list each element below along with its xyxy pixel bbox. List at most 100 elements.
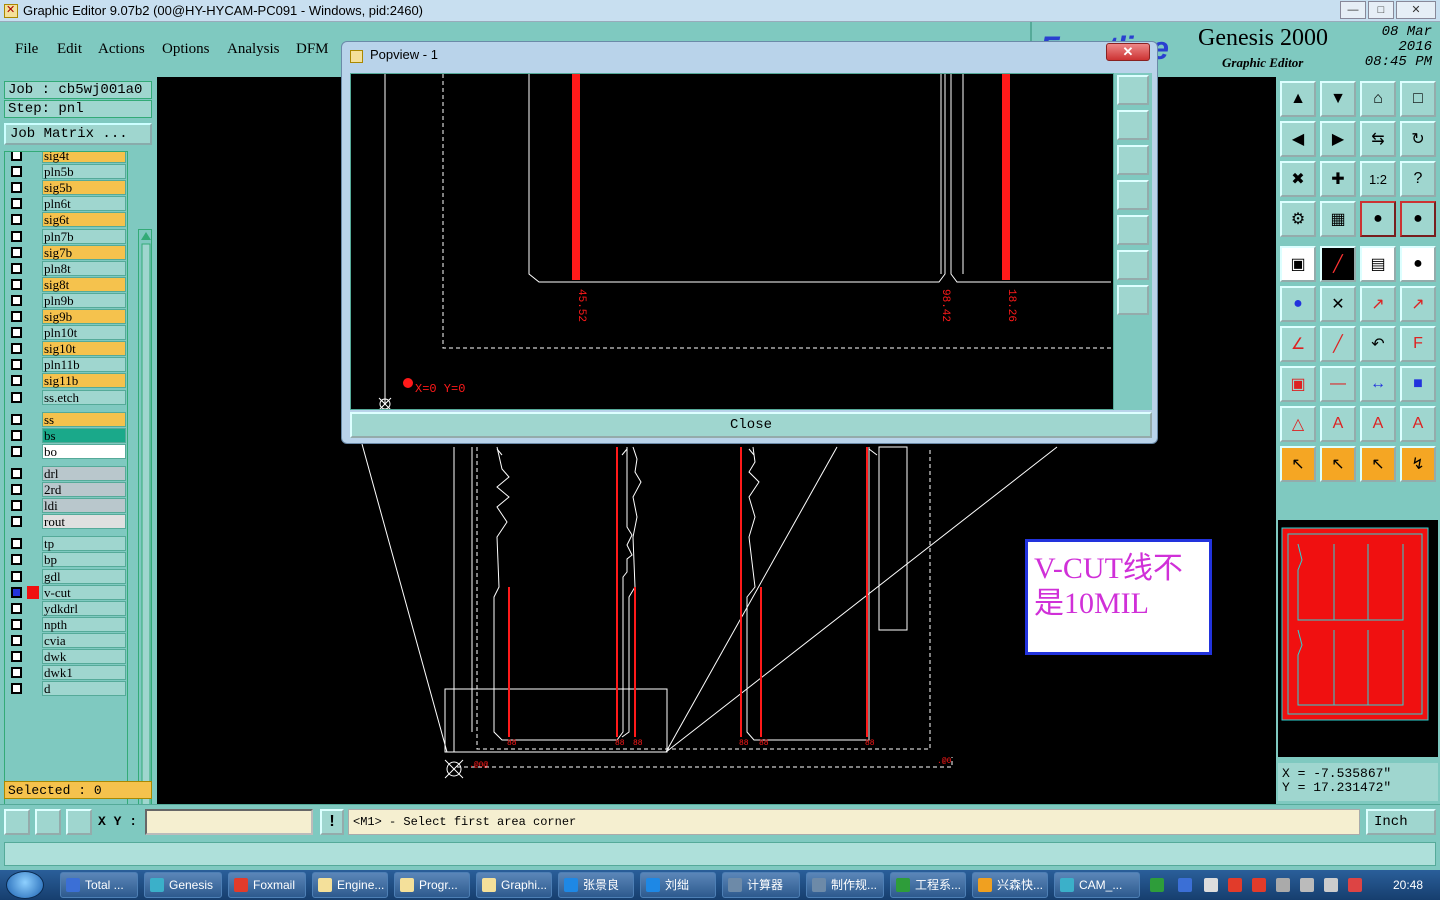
menu-analysis[interactable]: Analysis <box>227 41 280 58</box>
layer-checkbox[interactable] <box>11 246 22 258</box>
layer-checkbox[interactable] <box>11 359 22 371</box>
slash-icon[interactable]: ╱ <box>1320 326 1356 362</box>
layer-name[interactable]: gdl <box>42 568 126 584</box>
layer-name[interactable]: pln8t <box>42 260 126 276</box>
layer-row[interactable]: pln7b <box>7 228 127 244</box>
pan-right-icon[interactable]: ▶ <box>1320 121 1356 157</box>
layer-row[interactable]: d <box>7 681 127 697</box>
layer-checkbox[interactable] <box>11 413 22 425</box>
taskbar-item[interactable]: 计算器 <box>722 872 800 898</box>
arc-icon[interactable]: ↶ <box>1360 326 1396 362</box>
layer-row[interactable]: dwk1 <box>7 665 127 681</box>
tray-icon-3[interactable] <box>1204 878 1218 892</box>
volume-icon[interactable] <box>1324 878 1338 892</box>
ruler-icon[interactable]: ▤ <box>1360 246 1396 282</box>
layer-checkbox[interactable] <box>11 166 22 178</box>
layer-name[interactable]: sig4t <box>42 152 126 163</box>
select-icon[interactable]: ▣ <box>1280 246 1316 282</box>
menu-file[interactable]: File <box>15 41 38 58</box>
layer-row[interactable]: sig9b <box>7 309 127 324</box>
taskbar-clock[interactable]: 20:48 <box>1378 870 1438 900</box>
layer-checkbox[interactable] <box>11 667 22 679</box>
layer-row[interactable]: bs <box>7 427 127 443</box>
snap-icon[interactable]: ▣ <box>1280 366 1316 402</box>
tray-icon-1[interactable] <box>1150 878 1164 892</box>
layer-row[interactable]: pln5b <box>7 164 127 180</box>
layer-checkbox[interactable] <box>11 683 22 695</box>
menu-dfm[interactable]: DFM <box>296 41 329 58</box>
layer-row[interactable]: dwk <box>7 649 127 664</box>
layer-name[interactable]: bs <box>42 427 126 443</box>
dash-icon[interactable]: — <box>1320 366 1356 402</box>
layer-row[interactable]: pln8t <box>7 260 127 276</box>
node-icon[interactable]: ● <box>1280 286 1316 322</box>
layer-name[interactable]: pln7b <box>42 228 126 244</box>
features-icon[interactable]: ● <box>1360 201 1396 237</box>
layer-name[interactable]: pln6t <box>42 196 126 212</box>
taskbar-item[interactable]: 兴森快... <box>972 872 1048 898</box>
layer-checkbox[interactable] <box>11 618 22 630</box>
label-a-icon[interactable]: A <box>1320 406 1356 442</box>
window-icon[interactable]: □ <box>1400 81 1436 117</box>
layer-checkbox[interactable] <box>11 214 22 226</box>
route-icon[interactable]: ↯ <box>1400 446 1436 482</box>
menu-actions[interactable]: Actions <box>98 41 145 58</box>
layer-name[interactable]: pln11b <box>42 357 126 373</box>
layer-checkbox[interactable] <box>11 262 22 274</box>
layer-checkbox[interactable] <box>11 375 22 387</box>
layer-name[interactable]: v-cut <box>42 584 126 600</box>
taskbar-item[interactable]: Genesis <box>144 872 222 898</box>
layer-row[interactable]: sig4t <box>7 152 127 163</box>
layer-checkbox[interactable] <box>11 602 22 614</box>
popview-center-icon[interactable] <box>1117 285 1149 315</box>
network-icon[interactable] <box>1300 878 1314 892</box>
taskbar-item[interactable]: CAM_... <box>1054 872 1140 898</box>
layer-row[interactable]: sig5b <box>7 180 127 196</box>
minimize-button[interactable]: — <box>1340 1 1366 19</box>
scale-icon[interactable]: 1:2 <box>1360 161 1396 197</box>
layer-name[interactable]: pln5b <box>42 164 126 180</box>
layer-name[interactable]: ldi <box>42 498 126 514</box>
pad-icon[interactable]: ● <box>1400 246 1436 282</box>
layer-row[interactable]: tp <box>7 536 127 552</box>
taskbar-item[interactable]: 刘绌 <box>640 872 716 898</box>
layer-checkbox[interactable] <box>11 634 22 646</box>
layer-name[interactable]: sig5b <box>42 180 126 196</box>
popview-up-icon[interactable] <box>1117 110 1149 140</box>
layer-name[interactable]: drl <box>42 465 126 481</box>
xy-input[interactable] <box>145 809 313 835</box>
exclaim-button[interactable]: ! <box>320 809 344 835</box>
layer-row[interactable]: bp <box>7 552 127 568</box>
job-matrix-button[interactable]: Job Matrix ... <box>4 123 152 145</box>
maximize-button[interactable]: □ <box>1368 1 1394 19</box>
bottom-view-icon[interactable]: ▼ <box>1320 81 1356 117</box>
layer-checkbox[interactable] <box>11 327 22 339</box>
layer-checkbox[interactable] <box>11 182 22 194</box>
cross-icon[interactable]: ✕ <box>1320 286 1356 322</box>
pan-left-icon[interactable]: ◀ <box>1280 121 1316 157</box>
layer-name[interactable]: bp <box>42 552 126 568</box>
line-icon[interactable]: ╱ <box>1320 246 1356 282</box>
layer-row[interactable]: gdl <box>7 568 127 584</box>
snap-mode-icon[interactable] <box>4 809 30 835</box>
taskbar-item[interactable]: Total ... <box>60 872 138 898</box>
layer-row[interactable]: sig11b <box>7 373 127 389</box>
popview-canvas[interactable]: 45.52 98.42 18.26 X=0 Y=0 <box>350 73 1114 410</box>
move-icon[interactable]: ↗ <box>1360 286 1396 322</box>
flag-icon[interactable] <box>1348 878 1362 892</box>
layer-name[interactable]: sig9b <box>42 309 126 324</box>
rotate-icon[interactable]: ↻ <box>1400 121 1436 157</box>
menu-options[interactable]: Options <box>162 41 210 58</box>
layer-row[interactable]: ldi <box>7 498 127 514</box>
layer-checkbox[interactable] <box>11 570 22 582</box>
step-field[interactable]: Step: pnl <box>4 100 152 118</box>
layer-name[interactable]: tp <box>42 536 126 552</box>
layer-name[interactable]: sig6t <box>42 212 126 228</box>
layer-row[interactable]: sig7b <box>7 244 127 260</box>
layer-list[interactable]: sig4t pln5b sig5b pln6t sig6t pln7b sig7b pln8t… <box>4 151 128 847</box>
layer-row[interactable]: drl <box>7 465 127 481</box>
layer-name[interactable]: ss <box>42 411 126 427</box>
mirror-icon[interactable]: ⇆ <box>1360 121 1396 157</box>
layer-row[interactable]: cvia <box>7 632 127 648</box>
popview-right-icon[interactable] <box>1117 215 1149 245</box>
